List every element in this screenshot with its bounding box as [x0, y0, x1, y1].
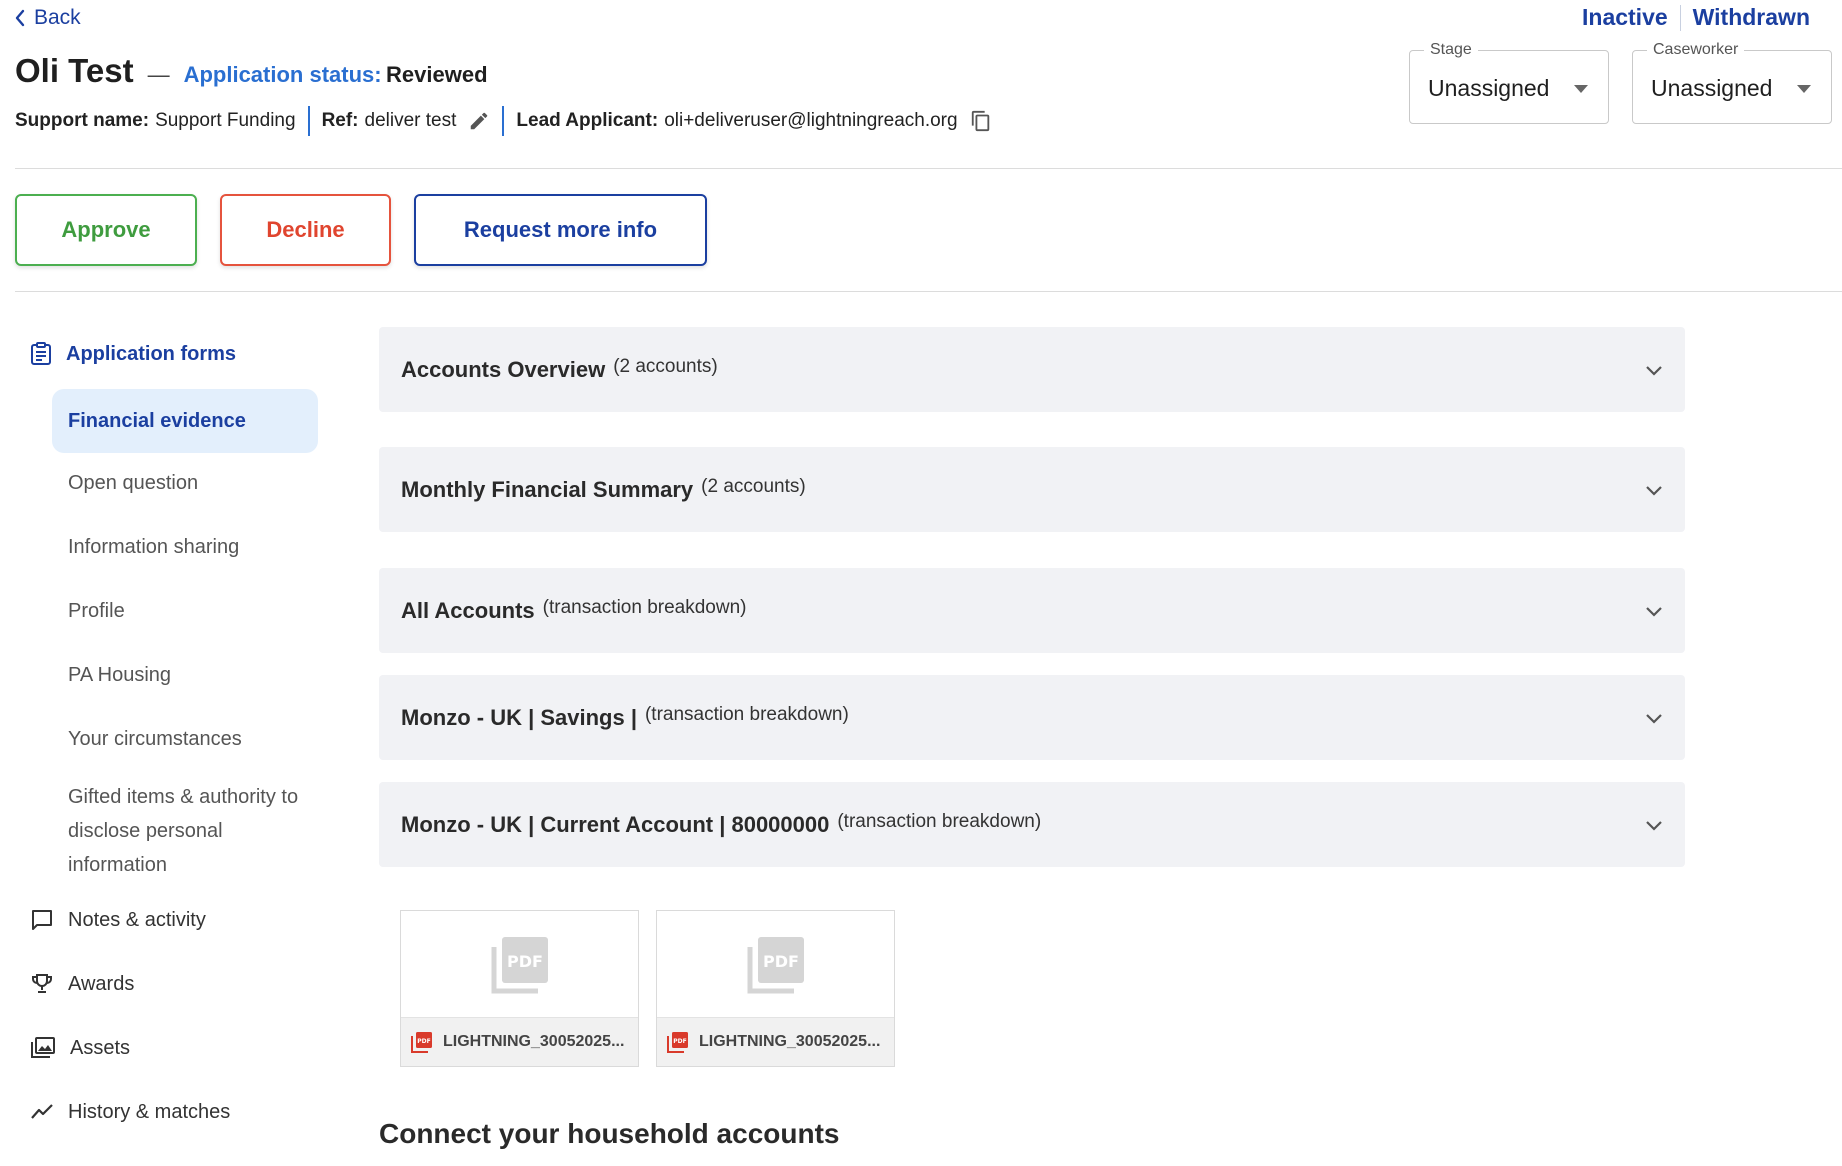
sidebar-item-label: History & matches [68, 1100, 231, 1123]
accordion-note: (transaction breakdown) [644, 703, 849, 725]
accordion-note: (2 accounts) [701, 475, 806, 497]
sidebar-item-awards[interactable]: Awards [30, 972, 134, 996]
support-name-value: Support Funding [155, 110, 296, 131]
trending-up-icon [31, 1104, 53, 1119]
pdf-badge-label: PDF [673, 1038, 686, 1045]
accordion-title: Accounts Overview [401, 356, 606, 382]
caseworker-value: Unassigned [1651, 75, 1773, 101]
pdf-file-name: LIGHTNING_30052025... [443, 1033, 625, 1050]
title-dash: — [147, 62, 170, 87]
pdf-badge-icon: PDF [411, 1032, 432, 1053]
sidebar-item-label: Application forms [66, 342, 237, 365]
sidebar-item-history-matches[interactable]: History & matches [30, 1100, 230, 1124]
stage-value: Unassigned [1428, 75, 1550, 101]
sidebar-item-pa-housing[interactable]: PA Housing [52, 658, 318, 692]
ref-label: Ref: [321, 110, 359, 131]
chevron-down-icon [1645, 605, 1663, 617]
chevron-down-icon [1645, 712, 1663, 724]
link-separator [1679, 4, 1681, 31]
accordion-note: (transaction breakdown) [542, 596, 747, 618]
sidebar-item-information-sharing[interactable]: Information sharing [52, 530, 318, 564]
sidebar-item-notes-activity[interactable]: Notes & activity [30, 908, 206, 932]
pdf-file-icon: PDF [491, 937, 548, 994]
chevron-down-icon [1645, 364, 1663, 376]
sidebar-item-your-circumstances[interactable]: Your circumstances [52, 722, 318, 756]
lead-applicant-label: Lead Applicant: [516, 110, 659, 131]
pdf-file-tile[interactable]: PDF PDF LIGHTNING_30052025... [400, 910, 639, 1067]
images-icon [31, 1037, 55, 1058]
pdf-file-footer: PDF LIGHTNING_30052025... [657, 1017, 894, 1066]
accordion-title: Monzo - UK | Current Account | 80000000 [401, 811, 830, 837]
accordion-note: (2 accounts) [613, 355, 718, 377]
caret-down-icon [1574, 85, 1588, 93]
pdf-file-footer: PDF LIGHTNING_30052025... [401, 1017, 638, 1066]
header-divider [15, 168, 1842, 169]
pdf-badge-icon: PDF [667, 1032, 688, 1053]
sidebar-item-profile[interactable]: Profile [52, 594, 318, 628]
back-label: Back [34, 6, 81, 29]
caret-down-icon [1797, 85, 1811, 93]
sidebar-item-gifted-items[interactable]: Gifted items & authority to disclose per… [52, 780, 318, 882]
meta-separator [502, 106, 505, 136]
meta-row: Support name: Support Funding Ref: deliv… [15, 106, 992, 136]
sidebar-item-open-question[interactable]: Open question [52, 466, 318, 500]
chevron-down-icon [1645, 819, 1663, 831]
status-links: Inactive Withdrawn [1582, 4, 1810, 31]
accordion-note: (transaction breakdown) [837, 810, 1042, 832]
pdf-thumb-badge: PDF [507, 952, 543, 971]
pdf-thumb-badge: PDF [763, 952, 799, 971]
status-value: Reviewed [386, 62, 488, 87]
decline-button[interactable]: Decline [220, 194, 391, 266]
sidebar-item-financial-evidence[interactable]: Financial evidence [52, 389, 318, 453]
copy-icon [971, 110, 989, 132]
ref-value: deliver test [364, 110, 457, 131]
request-more-info-button[interactable]: Request more info [414, 194, 707, 266]
trophy-icon [32, 974, 52, 993]
sidebar-item-label: Awards [68, 972, 135, 995]
pdf-thumbnail: PDF [401, 911, 638, 1019]
stage-label: Stage [1424, 41, 1478, 59]
sidebar-item-assets[interactable]: Assets [30, 1036, 130, 1060]
accordion-monzo-current-account[interactable]: Monzo - UK | Current Account | 80000000 … [379, 782, 1685, 867]
accordion-monzo-savings[interactable]: Monzo - UK | Savings | (transaction brea… [379, 675, 1685, 760]
pdf-badge-label: PDF [417, 1038, 430, 1045]
page-title: Oli Test [15, 52, 134, 89]
chevron-down-icon [1645, 484, 1663, 496]
section-heading: Connect your household accounts [379, 1118, 840, 1149]
stage-select[interactable]: Stage Unassigned [1409, 41, 1609, 124]
chevron-left-icon [15, 9, 25, 27]
back-link[interactable]: Back [14, 6, 81, 30]
pdf-file-tile[interactable]: PDF PDF LIGHTNING_30052025... [656, 910, 895, 1067]
approve-button[interactable]: Approve [15, 194, 197, 266]
sidebar-item-label: Assets [70, 1036, 131, 1059]
pdf-file-name: LIGHTNING_30052025... [699, 1033, 881, 1050]
application-status: Application status: Reviewed [184, 62, 488, 88]
status-label: Application status: [183, 62, 382, 87]
sidebar-item-application-forms[interactable]: Application forms [30, 342, 236, 366]
chat-bubble-icon [32, 910, 52, 930]
pdf-file-icon: PDF [747, 937, 804, 994]
pencil-icon [471, 112, 488, 130]
accordion-accounts-overview[interactable]: Accounts Overview (2 accounts) [379, 327, 1685, 412]
clipboard-icon [31, 342, 51, 365]
actions-divider [15, 291, 1842, 292]
accordion-all-accounts[interactable]: All Accounts (transaction breakdown) [379, 568, 1685, 653]
support-name-label: Support name: [15, 110, 150, 131]
accordion-title: Monzo - UK | Savings | [401, 704, 637, 730]
edit-ref-button[interactable] [468, 110, 490, 132]
lead-applicant-email: oli+deliveruser@lightningreach.org [664, 110, 958, 131]
sidebar-item-label: Notes & activity [68, 908, 206, 931]
withdrawn-link[interactable]: Withdrawn [1693, 4, 1810, 31]
accordion-monthly-financial-summary[interactable]: Monthly Financial Summary (2 accounts) [379, 447, 1685, 532]
pdf-thumbnail: PDF [657, 911, 894, 1019]
title-row: Oli Test — Application status: Reviewed [15, 52, 488, 90]
caseworker-label: Caseworker [1647, 41, 1745, 59]
meta-separator [307, 106, 310, 136]
copy-email-button[interactable] [970, 109, 992, 133]
inactive-link[interactable]: Inactive [1582, 4, 1668, 31]
caseworker-select[interactable]: Caseworker Unassigned [1632, 41, 1832, 124]
accordion-title: All Accounts [401, 597, 535, 623]
accordion-title: Monthly Financial Summary [401, 476, 694, 502]
